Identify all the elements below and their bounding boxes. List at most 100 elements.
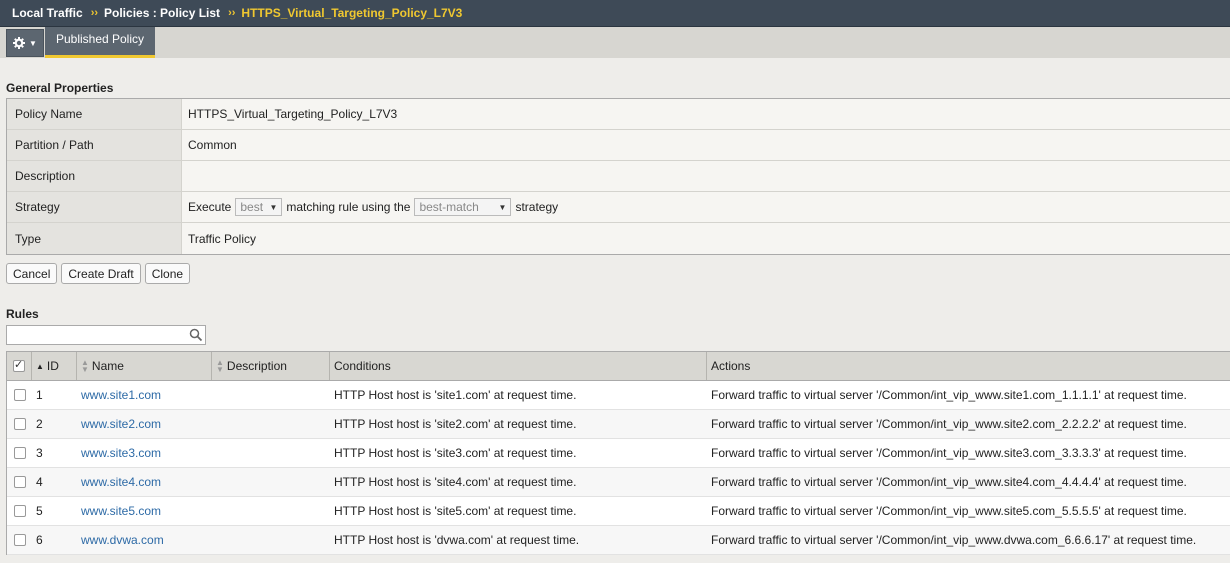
property-value bbox=[182, 161, 1230, 191]
rule-actions: Forward traffic to virtual server '/Comm… bbox=[711, 417, 1187, 431]
row-checkbox[interactable] bbox=[13, 447, 26, 459]
strategy-match-select[interactable]: best-match ▼ bbox=[414, 198, 512, 216]
rules-search-input[interactable] bbox=[6, 325, 206, 345]
search-icon[interactable] bbox=[189, 328, 203, 342]
rules-table-header: ▲ ID ▲▼ Name ▲▼ Description Conditions A… bbox=[7, 352, 1230, 381]
rule-id: 5 bbox=[36, 504, 43, 518]
rule-name-link[interactable]: www.site1.com bbox=[77, 381, 212, 409]
action-buttons: Cancel Create Draft Clone bbox=[6, 263, 191, 284]
column-header-conditions: Conditions bbox=[330, 352, 707, 380]
cancel-button[interactable]: Cancel bbox=[6, 263, 58, 284]
rule-conditions: HTTP Host host is 'site1.com' at request… bbox=[334, 388, 577, 402]
property-row-description: Description bbox=[7, 161, 1230, 192]
rule-id: 3 bbox=[36, 446, 43, 460]
rules-title: Rules bbox=[6, 307, 39, 321]
property-label: Description bbox=[7, 161, 182, 191]
rule-actions: Forward traffic to virtual server '/Comm… bbox=[711, 446, 1187, 460]
row-checkbox[interactable] bbox=[13, 418, 26, 430]
breadcrumb-current: HTTPS_Virtual_Targeting_Policy_L7V3 bbox=[241, 6, 463, 20]
table-row: 5 www.site5.com HTTP Host host is 'site5… bbox=[7, 497, 1230, 526]
column-label: Description bbox=[226, 359, 287, 373]
create-draft-button[interactable]: Create Draft bbox=[61, 263, 141, 284]
column-label: Conditions bbox=[334, 359, 391, 373]
rule-actions: Forward traffic to virtual server '/Comm… bbox=[711, 533, 1197, 547]
property-value: HTTPS_Virtual_Targeting_Policy_L7V3 bbox=[182, 99, 1230, 129]
select-all-cell bbox=[7, 352, 32, 380]
row-checkbox[interactable] bbox=[13, 534, 26, 546]
general-properties-table: Policy Name HTTPS_Virtual_Targeting_Poli… bbox=[6, 98, 1230, 255]
breadcrumb-local-traffic[interactable]: Local Traffic bbox=[12, 6, 83, 20]
sort-ascending-icon: ▲ bbox=[36, 361, 44, 371]
strategy-middle-text: matching rule using the bbox=[286, 200, 411, 214]
property-row-type: Type Traffic Policy bbox=[7, 223, 1230, 254]
table-row: 3 www.site3.com HTTP Host host is 'site3… bbox=[7, 439, 1230, 468]
column-header-name[interactable]: ▲ ▼ Name bbox=[77, 352, 212, 380]
rule-id: 1 bbox=[36, 388, 43, 402]
breadcrumb-separator: ›› bbox=[228, 7, 236, 19]
breadcrumb-policy-list[interactable]: Policies : Policy List bbox=[104, 6, 220, 20]
property-label: Strategy bbox=[7, 192, 182, 222]
rule-id: 2 bbox=[36, 417, 43, 431]
rule-description bbox=[212, 497, 330, 525]
breadcrumb-separator: ›› bbox=[90, 7, 99, 19]
table-row: 4 www.site4.com HTTP Host host is 'site4… bbox=[7, 468, 1230, 497]
select-all-checkbox[interactable] bbox=[13, 358, 25, 372]
rule-name-link[interactable]: www.dvwa.com bbox=[77, 526, 212, 554]
rule-name-link[interactable]: www.site2.com bbox=[77, 410, 212, 438]
property-value: Common bbox=[182, 130, 1230, 160]
property-row-partition: Partition / Path Common bbox=[7, 130, 1230, 161]
tab-bar: ▼ Published Policy bbox=[0, 27, 1230, 58]
select-value: best-match bbox=[419, 200, 479, 214]
rule-description bbox=[212, 410, 330, 438]
property-label: Partition / Path bbox=[7, 130, 182, 160]
rule-name-link[interactable]: www.site4.com bbox=[77, 468, 212, 496]
rule-actions: Forward traffic to virtual server '/Comm… bbox=[711, 504, 1187, 518]
row-checkbox[interactable] bbox=[13, 389, 26, 401]
property-label: Policy Name bbox=[7, 99, 182, 129]
row-select-cell bbox=[7, 410, 32, 438]
rule-name-link[interactable]: www.site5.com bbox=[77, 497, 212, 525]
rule-conditions: HTTP Host host is 'site4.com' at request… bbox=[334, 475, 577, 489]
gear-menu-button[interactable]: ▼ bbox=[6, 29, 44, 57]
strategy-value: Execute best ▼ matching rule using the b… bbox=[182, 192, 1230, 222]
row-select-cell bbox=[7, 468, 32, 496]
row-checkbox[interactable] bbox=[13, 505, 26, 517]
rule-id: 4 bbox=[36, 475, 43, 489]
strategy-execute-select[interactable]: best ▼ bbox=[235, 198, 283, 216]
gear-icon bbox=[13, 37, 26, 49]
row-select-cell bbox=[7, 381, 32, 409]
rule-conditions: HTTP Host host is 'site2.com' at request… bbox=[334, 417, 577, 431]
column-header-description[interactable]: ▲ ▼ Description bbox=[212, 352, 330, 380]
sort-icon: ▲ ▼ bbox=[81, 358, 89, 374]
property-value: Traffic Policy bbox=[182, 223, 1230, 254]
chevron-down-icon: ▼ bbox=[29, 38, 37, 48]
strategy-prefix: Execute bbox=[188, 200, 232, 214]
property-row-policy-name: Policy Name HTTPS_Virtual_Targeting_Poli… bbox=[7, 99, 1230, 130]
rule-description bbox=[212, 468, 330, 496]
rule-name-link[interactable]: www.site3.com bbox=[77, 439, 212, 467]
rule-description bbox=[212, 381, 330, 409]
column-header-actions: Actions bbox=[707, 352, 1230, 380]
rule-conditions: HTTP Host host is 'site5.com' at request… bbox=[334, 504, 577, 518]
column-label: Actions bbox=[711, 359, 751, 373]
rule-conditions: HTTP Host host is 'dvwa.com' at request … bbox=[334, 533, 580, 547]
row-checkbox[interactable] bbox=[13, 476, 26, 488]
rules-table: ▲ ID ▲▼ Name ▲▼ Description Conditions A… bbox=[6, 351, 1230, 555]
table-row: 1 www.site1.com HTTP Host host is 'site1… bbox=[7, 381, 1230, 410]
rule-actions: Forward traffic to virtual server '/Comm… bbox=[711, 475, 1187, 489]
rule-conditions: HTTP Host host is 'site3.com' at request… bbox=[334, 446, 577, 460]
chevron-down-icon: ▼ bbox=[498, 202, 507, 212]
property-label: Type bbox=[7, 223, 182, 254]
general-properties-title: General Properties bbox=[6, 81, 114, 95]
column-label: Name bbox=[91, 359, 124, 373]
row-select-cell bbox=[7, 526, 32, 554]
chevron-down-icon: ▼ bbox=[269, 202, 278, 212]
rule-id: 6 bbox=[36, 533, 43, 547]
rule-description bbox=[212, 526, 330, 554]
column-header-id[interactable]: ▲ ID bbox=[32, 352, 77, 380]
tab-published-policy[interactable]: Published Policy bbox=[45, 27, 155, 58]
rule-description bbox=[212, 439, 330, 467]
clone-button[interactable]: Clone bbox=[144, 263, 191, 284]
breadcrumb: Local Traffic ›› Policies : Policy List … bbox=[0, 0, 1230, 27]
row-select-cell bbox=[7, 497, 32, 525]
